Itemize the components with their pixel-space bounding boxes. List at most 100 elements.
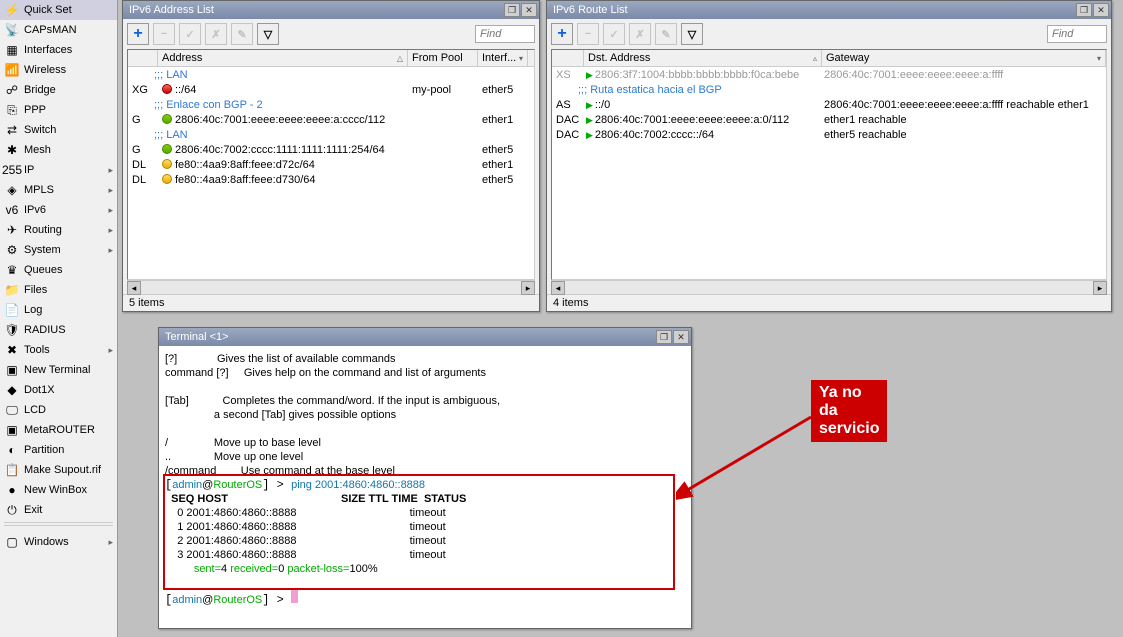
- restore-button[interactable]: ❐: [504, 3, 520, 17]
- sidebar: ⚡Quick Set 📡 CAPsMAN ▦Interfaces📶Wireless☍B…: [0, 0, 118, 637]
- remove-button[interactable]: −: [577, 23, 599, 45]
- col-interf[interactable]: Interf...▾: [478, 50, 528, 66]
- table-row[interactable]: ;;; Enlace con BGP - 2: [128, 97, 534, 112]
- table-row[interactable]: AS▶::/02806:40c:7001:eeee:eeee:eeee:a:ff…: [552, 97, 1106, 112]
- chevron-right-icon: ▸: [108, 185, 113, 196]
- table-row[interactable]: DLfe80::4aa9:8aff:feee:d730/64ether5: [128, 172, 534, 187]
- remove-button[interactable]: −: [153, 23, 175, 45]
- table-row[interactable]: G2806:40c:7002:cccc:1111:1111:1111:254/6…: [128, 142, 534, 157]
- close-button[interactable]: ✕: [521, 3, 537, 17]
- enable-button[interactable]: ✓: [603, 23, 625, 45]
- filter-button[interactable]: ▽: [681, 23, 703, 45]
- sidebar-item[interactable]: ⚡Quick Set: [0, 0, 117, 20]
- sidebar-item-label: CAPsMAN: [24, 24, 113, 36]
- sidebar-item[interactable]: ◆Dot1X: [0, 380, 117, 400]
- sidebar-item[interactable]: ⇄Switch: [0, 120, 117, 140]
- table-row[interactable]: DAC▶2806:40c:7001:eeee:eeee:eeee:a:0/112…: [552, 112, 1106, 127]
- sidebar-item[interactable]: 📡 CAPsMAN: [0, 20, 117, 40]
- sidebar-item[interactable]: ✈Routing▸: [0, 220, 117, 240]
- sidebar-item-label: Files: [24, 284, 113, 296]
- sidebar-item[interactable]: ✖Tools▸: [0, 340, 117, 360]
- statusbar: 5 items: [123, 294, 539, 311]
- menu-icon: 📄: [4, 302, 20, 318]
- table-row[interactable]: DAC▶2806:40c:7002:cccc::/64ether5 reacha…: [552, 127, 1106, 142]
- sidebar-item-label: IPv6: [24, 204, 108, 216]
- sidebar-item[interactable]: 🖵LCD: [0, 400, 117, 420]
- find-input[interactable]: [475, 25, 535, 43]
- chevron-right-icon: ▸: [108, 165, 113, 176]
- sidebar-item-windows[interactable]: ▢ Windows ▸: [0, 532, 117, 552]
- col-address[interactable]: Address△: [158, 50, 408, 66]
- sidebar-item-label: New Terminal: [24, 364, 113, 376]
- col-dst[interactable]: Dst. Address▵: [584, 50, 822, 66]
- col-gateway[interactable]: Gateway▾: [822, 50, 1106, 66]
- restore-button[interactable]: ❐: [656, 330, 672, 344]
- sidebar-item[interactable]: ⏻Exit: [0, 500, 117, 520]
- terminal-window: Terminal <1> ❐ ✕ [?] Gives the list of a…: [158, 327, 692, 629]
- sidebar-item-label: Mesh: [24, 144, 113, 156]
- sidebar-item-label: RADIUS: [24, 324, 113, 336]
- sidebar-item-label: Make Supout.rif: [24, 464, 113, 476]
- sidebar-item-label: Tools: [24, 344, 108, 356]
- sidebar-item[interactable]: 📄 Log: [0, 300, 117, 320]
- enable-button[interactable]: ✓: [179, 23, 201, 45]
- sidebar-item[interactable]: ☍Bridge: [0, 80, 117, 100]
- close-button[interactable]: ✕: [1093, 3, 1109, 17]
- sidebar-item[interactable]: 🛡RADIUS: [0, 320, 117, 340]
- sidebar-item[interactable]: ◈MPLS▸: [0, 180, 117, 200]
- sidebar-item[interactable]: ◐Partition: [0, 440, 117, 460]
- sidebar-item[interactable]: ✱ Mesh: [0, 140, 117, 160]
- chevron-right-icon: ▸: [108, 205, 113, 216]
- sidebar-item[interactable]: ▣MetaROUTER: [0, 420, 117, 440]
- table-row[interactable]: DLfe80::4aa9:8aff:feee:d72c/64ether1: [128, 157, 534, 172]
- sidebar-item[interactable]: v6IPv6▸: [0, 200, 117, 220]
- sidebar-item[interactable]: 📁Files: [0, 280, 117, 300]
- terminal-output[interactable]: [?] Gives the list of available commands…: [159, 346, 691, 628]
- scroll-left[interactable]: ◂: [551, 281, 565, 295]
- cursor: [291, 590, 298, 603]
- close-button[interactable]: ✕: [673, 330, 689, 344]
- sidebar-item-label: New WinBox: [24, 484, 113, 496]
- table-row[interactable]: XG::/64my-poolether5: [128, 82, 534, 97]
- menu-icon: ⎘: [4, 102, 20, 118]
- scroll-right[interactable]: ▸: [1093, 281, 1107, 295]
- sidebar-item-label: Bridge: [24, 84, 113, 96]
- sidebar-item[interactable]: 📶Wireless: [0, 60, 117, 80]
- sidebar-item[interactable]: ▣New Terminal: [0, 360, 117, 380]
- scroll-left[interactable]: ◂: [127, 281, 141, 295]
- route-icon: ▶: [586, 70, 593, 80]
- sidebar-item[interactable]: 255IP▸: [0, 160, 117, 180]
- table-row[interactable]: G2806:40c:7001:eeee:eeee:eeee:a:cccc/112…: [128, 112, 534, 127]
- sidebar-item[interactable]: 📋Make Supout.rif: [0, 460, 117, 480]
- sidebar-item-label: Switch: [24, 124, 113, 136]
- menu-icon: ✱: [4, 142, 20, 158]
- menu-icon: 📡: [4, 22, 20, 38]
- titlebar[interactable]: IPv6 Route List ❐ ✕: [547, 1, 1111, 19]
- sidebar-item[interactable]: ▦Interfaces: [0, 40, 117, 60]
- sidebar-item[interactable]: ⚙System▸: [0, 240, 117, 260]
- sidebar-item[interactable]: ⎘PPP: [0, 100, 117, 120]
- table-row[interactable]: ;;; LAN: [128, 67, 534, 82]
- restore-button[interactable]: ❐: [1076, 3, 1092, 17]
- add-button[interactable]: +: [551, 23, 573, 45]
- sidebar-item[interactable]: ●New WinBox: [0, 480, 117, 500]
- route-icon: ▶: [586, 130, 593, 140]
- comment-button[interactable]: ✎: [655, 23, 677, 45]
- sidebar-item[interactable]: ♛Queues: [0, 260, 117, 280]
- sidebar-item-label: Log: [24, 304, 113, 316]
- scroll-right[interactable]: ▸: [521, 281, 535, 295]
- filter-button[interactable]: ▽: [257, 23, 279, 45]
- add-button[interactable]: +: [127, 23, 149, 45]
- address-icon: [162, 159, 172, 169]
- table-row[interactable]: ;;; Ruta estatica hacia el BGP: [552, 82, 1106, 97]
- disable-button[interactable]: ✗: [629, 23, 651, 45]
- disable-button[interactable]: ✗: [205, 23, 227, 45]
- table-row[interactable]: XS▶2806:3f7:1004:bbbb:bbbb:bbbb:f0ca:beb…: [552, 67, 1106, 82]
- find-input[interactable]: [1047, 25, 1107, 43]
- menu-icon: ⚡: [4, 2, 20, 18]
- table-row[interactable]: ;;; LAN: [128, 127, 534, 142]
- comment-button[interactable]: ✎: [231, 23, 253, 45]
- titlebar[interactable]: IPv6 Address List ❐ ✕: [123, 1, 539, 19]
- col-from-pool[interactable]: From Pool: [408, 50, 478, 66]
- titlebar[interactable]: Terminal <1> ❐ ✕: [159, 328, 691, 346]
